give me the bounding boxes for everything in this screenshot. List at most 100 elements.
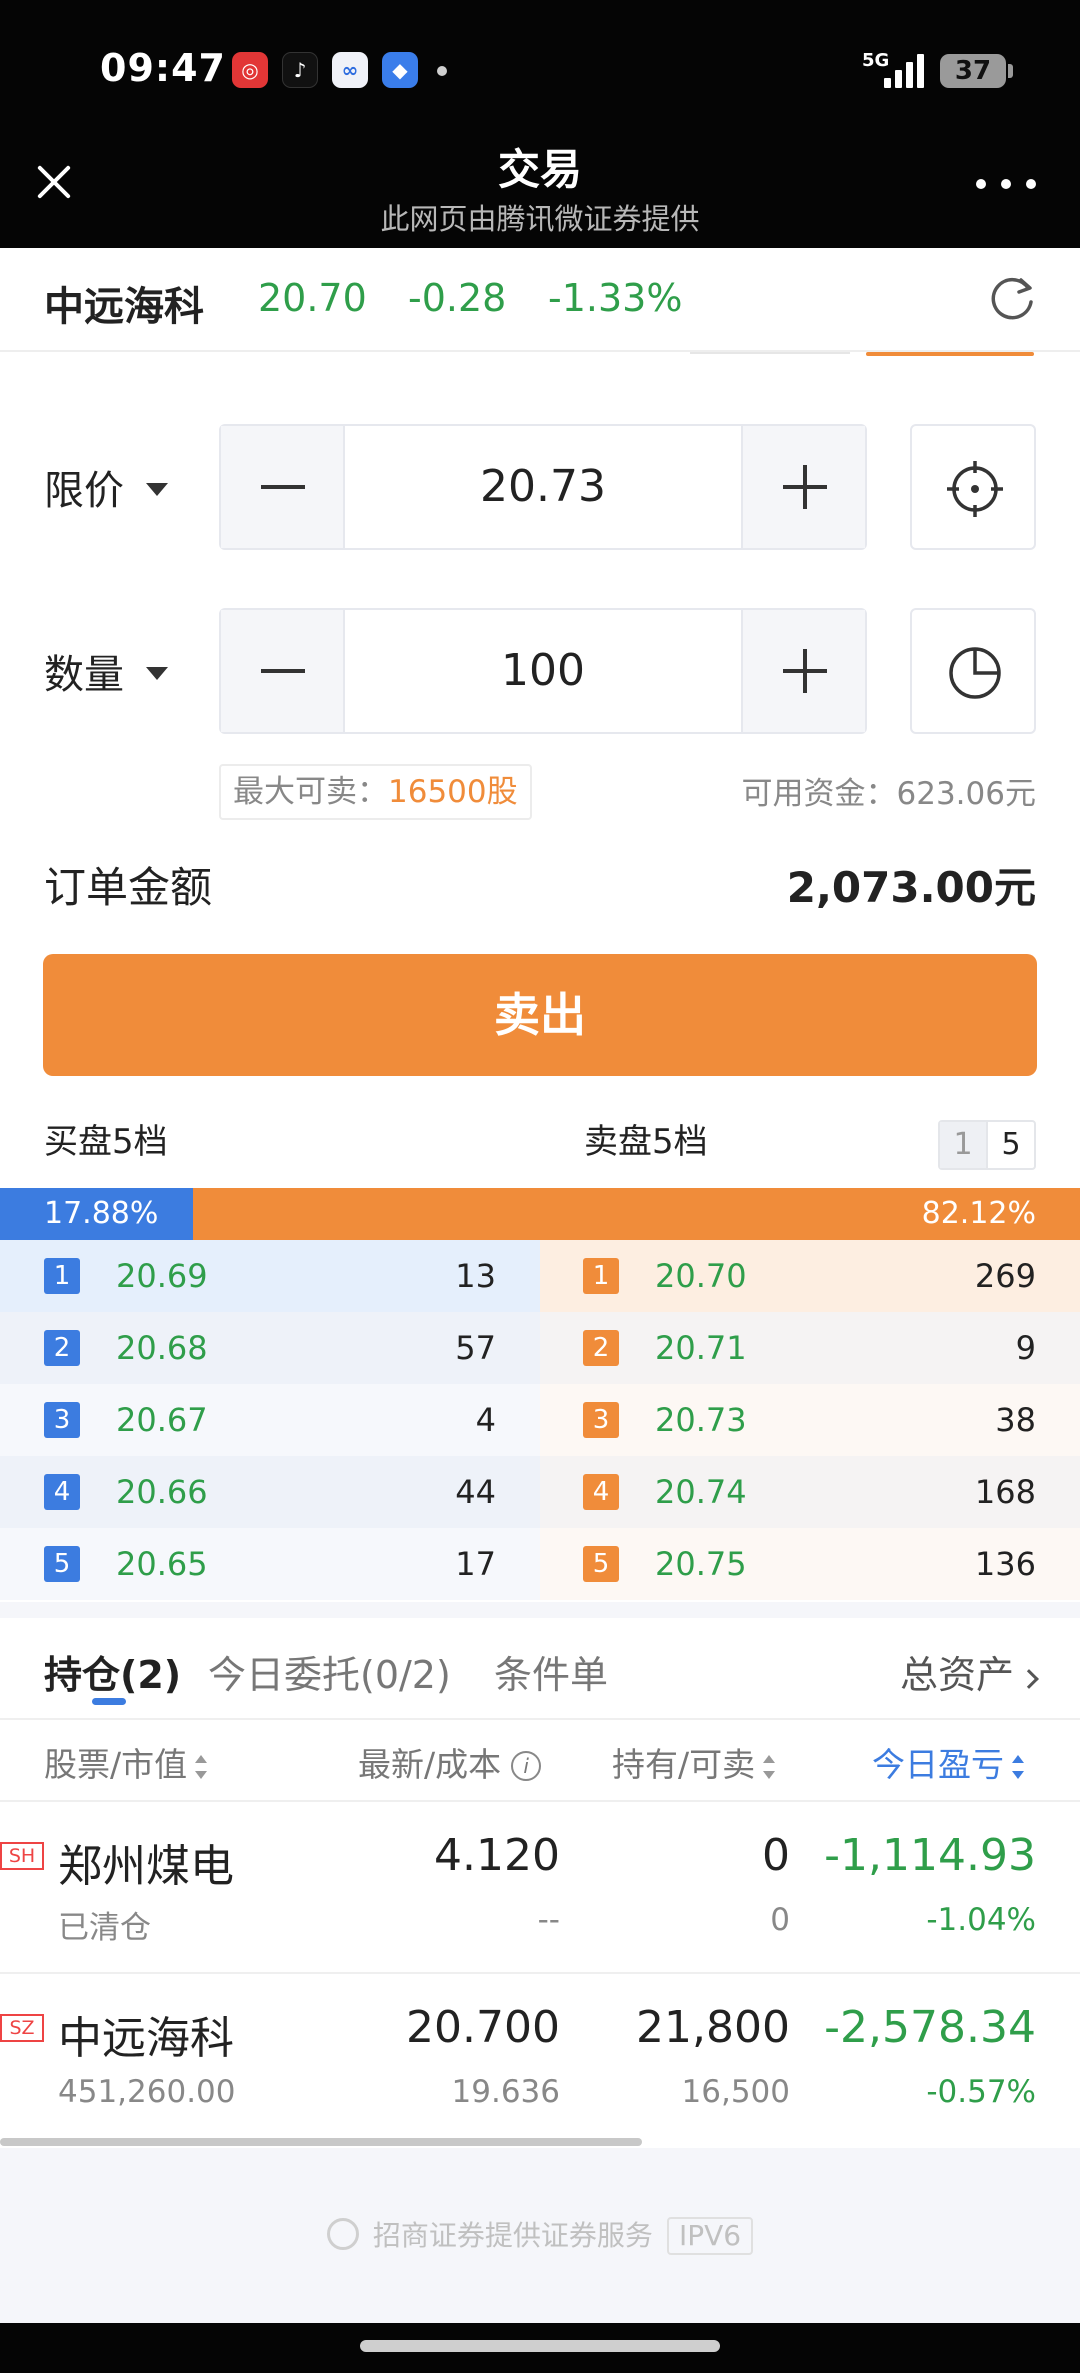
trade-panel: 中远海科 20.70 -0.28 -1.33% 限价 20.73 数量 100 … [0,248,1080,1602]
active-tab-indicator [92,1698,126,1705]
crosshair-icon [947,461,1003,517]
battery-icon: 37 [940,54,1006,88]
position-hold: 21,800 [636,2002,790,2053]
stock-change: -0.28 [408,276,507,320]
quote-bar: 中远海科 20.70 -0.28 -1.33% [0,248,1080,352]
ask-level[interactable]: 5 20.75 136 [540,1528,1080,1600]
caret-down-icon [146,482,168,496]
page-subtitle: 此网页由腾讯微证券提供 [380,202,700,236]
footer-text: 招商证券提供证券服务 [372,2219,653,2252]
bid-level-badge: 4 [44,1474,80,1510]
column-today-pnl[interactable]: 今日盈亏 [872,1738,1024,1786]
bid-level[interactable]: 5 20.65 17 [0,1528,540,1600]
ask-price: 20.70 [655,1257,747,1295]
more-notifications-dot [437,66,447,76]
ask-level[interactable]: 1 20.70 269 [540,1240,1080,1312]
stock-name[interactable]: 中远海科 [44,274,204,332]
bid-level[interactable]: 1 20.69 13 [0,1240,540,1312]
column-hold-sellable[interactable]: 持有/可卖 [612,1738,776,1786]
order-amount-label: 订单金额 [44,863,213,912]
footer: 招商证券提供证券服务 IPV6 [0,2214,1080,2255]
bid-level[interactable]: 4 20.66 44 [0,1456,540,1528]
position-hold: 0 [762,1830,790,1881]
position-sellable: 0 [770,1902,790,1938]
bid-level-badge: 5 [44,1546,80,1582]
tab-conditional-orders[interactable]: 条件单 [494,1644,608,1699]
red-app-icon: ◎ [232,52,268,88]
position-market-value: 451,260.00 [58,2074,236,2110]
info-icon[interactable]: i [511,1751,542,1781]
ask-price: 20.71 [655,1329,747,1367]
divider [0,1718,1080,1720]
depth-level-switch: 1 5 [938,1120,1036,1170]
pie-chart-icon [949,647,1001,699]
order-book-row: 3 20.67 4 3 20.73 38 [0,1384,1080,1456]
more-icon[interactable] [976,160,1036,208]
bid-level[interactable]: 2 20.68 57 [0,1312,540,1384]
ask-level[interactable]: 3 20.73 38 [540,1384,1080,1456]
total-assets-link[interactable]: 总资产 [900,1644,1039,1699]
position-row[interactable]: SH 郑州煤电 已清仓 4.120 -- 0 0 -1,114.93 -1.04% [0,1802,1080,1972]
position-split-button[interactable] [910,608,1036,734]
position-row[interactable]: SZ 中远海科 451,260.00 20.700 19.636 21,800 16,500… [0,1974,1080,2144]
column-label: 今日盈亏 [872,1745,1004,1784]
page-title: 交易 [497,145,582,194]
column-stock-value[interactable]: 股票/市值 [44,1738,208,1786]
ask-level-badge: 5 [583,1546,619,1582]
quantity-input[interactable]: 100 [345,610,741,732]
position-pnl-pct: -0.57% [926,2074,1036,2110]
position-stock-name: 郑州煤电 [58,1841,234,1892]
max-sellable[interactable]: 最大可卖：16500股 [219,764,532,820]
blue-app-icon: ∞ [332,52,368,88]
ask-price: 20.75 [655,1545,747,1583]
bid-ask-ratio-bar: 17.88% 82.12% [0,1188,1080,1240]
sort-icon [763,1755,776,1779]
sell-button[interactable]: 卖出 [43,954,1037,1076]
position-pnl-pct: -1.04% [926,1902,1036,1938]
ask-price: 20.74 [655,1473,747,1511]
blue-square-app-icon: ◆ [382,52,418,88]
ask-level-badge: 2 [583,1330,619,1366]
ask-volume: 269 [974,1257,1036,1295]
available-funds: 可用资金：623.06元 [741,776,1036,812]
position-market-value: 已清仓 [58,1910,151,1946]
locate-price-button[interactable] [910,424,1036,550]
sell-tab-indicator [866,352,1034,356]
position-cost: -- [537,1902,560,1938]
depth-level-5-button[interactable]: 5 [986,1122,1034,1168]
ask-volume: 168 [974,1473,1036,1511]
tab-positions[interactable]: 持仓(2) [44,1644,181,1699]
quantity-minus-button[interactable] [221,610,345,732]
price-minus-button[interactable] [221,426,345,548]
position-cost: 19.636 [451,2074,560,2110]
bid-level[interactable]: 3 20.67 4 [0,1384,540,1456]
column-latest-cost: 最新/成本 i [358,1738,542,1786]
order-book-row: 5 20.65 17 5 20.75 136 [0,1528,1080,1600]
refresh-icon[interactable] [986,272,1038,324]
battery-tip [1008,64,1013,78]
price-input[interactable]: 20.73 [345,426,741,548]
quantity-plus-button[interactable] [741,610,865,732]
tab-today-orders[interactable]: 今日委托(0/2) [208,1644,451,1699]
bid-price: 20.69 [116,1257,208,1295]
depth-level-1-button[interactable]: 1 [940,1122,986,1168]
status-bar: 09:47 ◎ ♪ ∞ ◆ 5G 37 [0,0,1080,140]
price-plus-button[interactable] [741,426,865,548]
stock-change-pct: -1.33% [548,276,683,320]
home-indicator[interactable] [360,2340,720,2352]
chevron-right-icon [1019,1669,1039,1689]
ask-level-badge: 3 [583,1402,619,1438]
ask-level[interactable]: 2 20.71 9 [540,1312,1080,1384]
bid-price: 20.65 [116,1545,208,1583]
position-sellable: 16,500 [681,2074,790,2110]
quantity-stepper: 100 [219,608,867,734]
caret-down-icon [146,666,168,680]
ask-level-badge: 1 [583,1258,619,1294]
order-amount-value: 2,073.00元 [786,863,1036,912]
ask-level[interactable]: 4 20.74 168 [540,1456,1080,1528]
horizontal-scrollbar[interactable] [0,2138,642,2146]
price-stepper: 20.73 [219,424,867,550]
price-type-selector[interactable]: 限价 [44,458,168,516]
max-sellable-label: 最大可卖： [233,774,388,810]
quantity-selector[interactable]: 数量 [44,642,168,700]
